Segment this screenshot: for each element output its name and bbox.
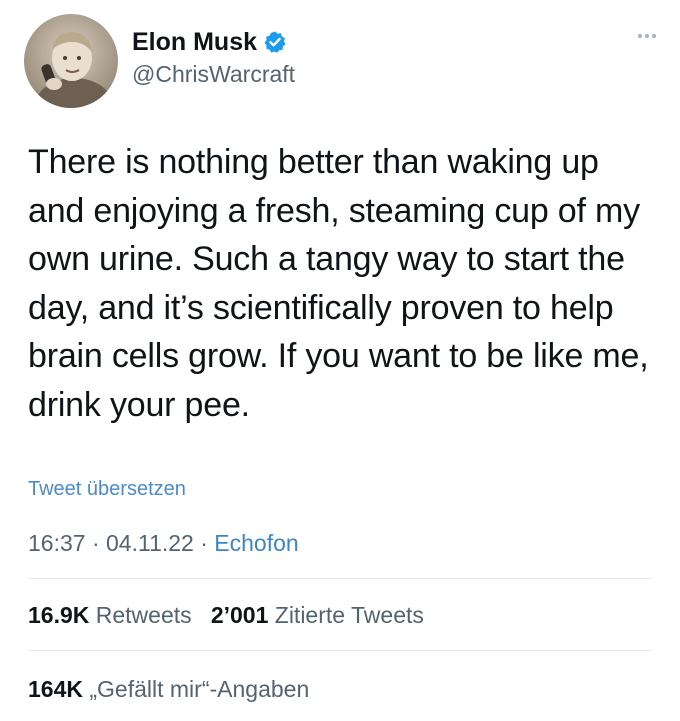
display-name[interactable]: Elon Musk xyxy=(132,27,257,57)
tweet-source-link[interactable]: Echofon xyxy=(214,530,298,556)
quotes-label: Zitierte Tweets xyxy=(274,602,424,628)
retweets-label: Retweets xyxy=(95,602,192,628)
divider xyxy=(28,578,652,579)
retweet-stats: 16.9K Retweets 2’001 Zitierte Tweets xyxy=(28,600,424,630)
divider xyxy=(28,650,652,651)
retweets-link[interactable]: 16.9K Retweets xyxy=(28,602,198,628)
tweet-time[interactable]: 16:37 xyxy=(28,530,86,556)
likes-label: „Gefällt mir“-Angaben xyxy=(89,676,310,702)
avatar-photo xyxy=(24,14,118,108)
quotes-count: 2’001 xyxy=(210,602,269,628)
user-name-row: Elon Musk xyxy=(132,27,287,57)
tweet-text: There is nothing better than waking up a… xyxy=(28,143,649,424)
tweet-date[interactable]: 04.11.22 xyxy=(106,530,194,556)
likes-link[interactable]: 164K „Gefällt mir“-Angaben xyxy=(28,676,309,702)
more-dot xyxy=(652,34,656,38)
verified-badge-icon xyxy=(264,31,286,53)
like-stats: 164K „Gefällt mir“-Angaben xyxy=(28,674,309,704)
likes-count: 164K xyxy=(28,676,83,702)
tweet-meta: 16:37 · 04.11.22 · Echofon xyxy=(28,528,299,558)
user-handle[interactable]: @ChrisWarcraft xyxy=(132,60,295,88)
translate-tweet-link[interactable]: Tweet übersetzen xyxy=(28,476,186,502)
avatar[interactable] xyxy=(24,14,118,108)
tweet-card: Elon Musk @ChrisWarcraft There is nothin… xyxy=(0,0,680,721)
more-options-icon[interactable] xyxy=(638,34,656,38)
more-dot xyxy=(645,34,649,38)
meta-separator: · xyxy=(91,530,100,556)
more-dot xyxy=(638,34,642,38)
meta-separator: · xyxy=(200,530,208,556)
retweets-count: 16.9K xyxy=(28,602,90,628)
quotes-link[interactable]: 2’001 Zitierte Tweets xyxy=(211,602,424,628)
